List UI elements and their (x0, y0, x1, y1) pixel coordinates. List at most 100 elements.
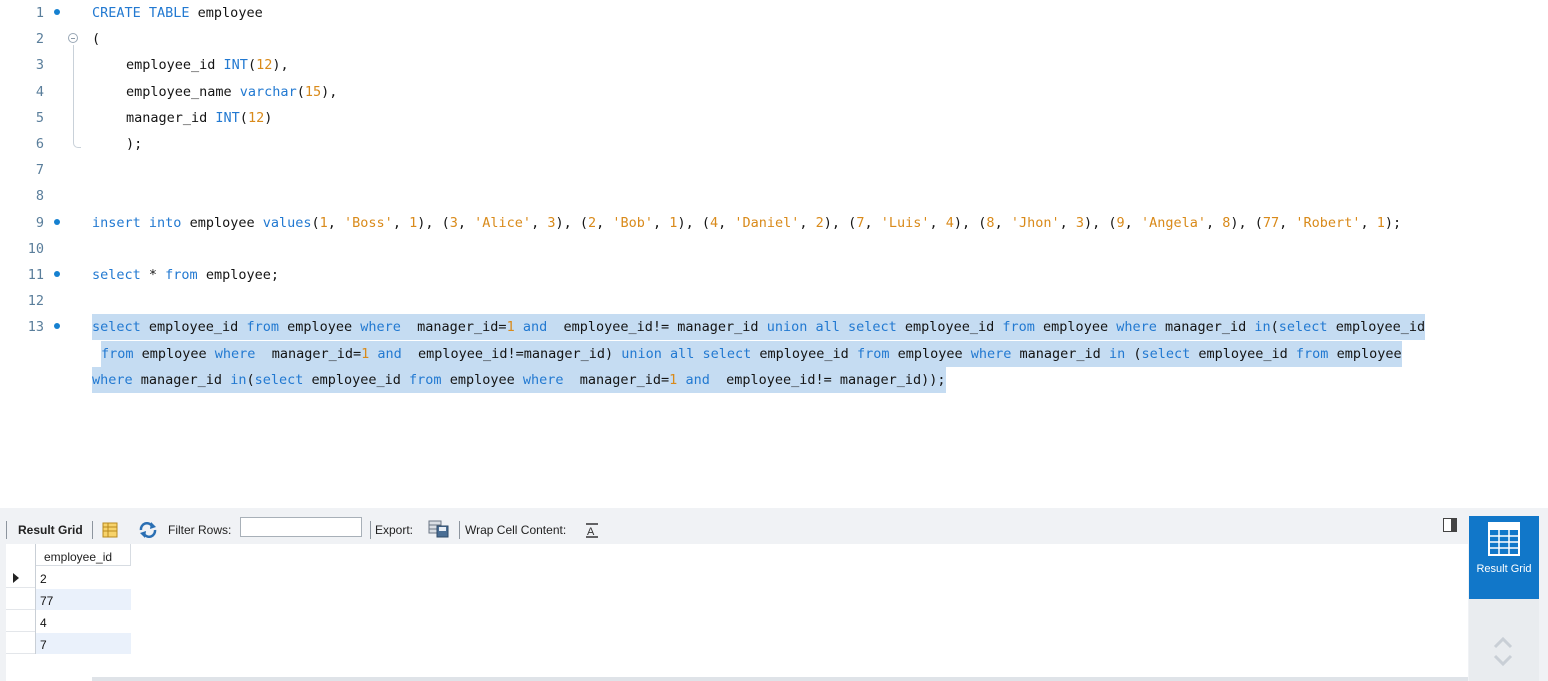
sql-keyword: union all select (621, 345, 752, 362)
result-grid[interactable]: employee_id 2 77 4 7 (6, 544, 1468, 681)
row-header[interactable] (6, 589, 35, 610)
line-number: 5 (35, 109, 44, 126)
code-text: CREATE TABLE employee (92, 0, 263, 26)
chevron-up-icon[interactable] (1492, 634, 1514, 650)
table-row[interactable]: 77 (6, 589, 131, 610)
sql-text: ( (92, 31, 101, 48)
code-line[interactable]: 7 (0, 157, 1542, 183)
line-number: 7 (35, 162, 44, 179)
wrap-cell-content-label: Wrap Cell Content: (465, 523, 567, 537)
sql-text: employee_id (896, 319, 1003, 336)
refresh-icon[interactable] (138, 508, 158, 544)
sql-text: employee (441, 371, 523, 388)
sql-text: , (718, 214, 735, 231)
sql-text: ); (1384, 214, 1402, 231)
sql-text: ), ( (1230, 214, 1263, 231)
sql-text: , (392, 214, 410, 231)
filter-rows-input[interactable] (240, 517, 362, 537)
table-row[interactable]: 7 (6, 633, 131, 654)
statement-marker-icon (54, 218, 60, 225)
sql-editor[interactable]: 1 CREATE TABLE employee 2(3 employee_id INT… (0, 0, 1542, 508)
sql-keyword: in (230, 371, 247, 388)
code-line[interactable]: 5 manager_id INT(12) (0, 105, 1542, 131)
sql-text: , (1059, 214, 1076, 231)
sql-text: ( (239, 109, 248, 126)
code-line[interactable]: 12 (0, 288, 1542, 314)
table-cell[interactable]: 77 (36, 589, 131, 610)
sql-text: , (653, 214, 670, 231)
toggle-side-panel-icon[interactable] (1443, 518, 1457, 532)
sql-literal: 8 (986, 214, 995, 231)
sql-keyword: from (856, 345, 890, 362)
sql-text: ), (321, 83, 338, 100)
sql-text: manager_id (1011, 345, 1109, 362)
sql-keyword: from (409, 371, 442, 388)
sql-text: employee_id!= manager_id (547, 319, 767, 336)
code-line[interactable]: 9 insert into employee values(1, 'Boss', … (0, 210, 1542, 236)
horizontal-scrollbar[interactable] (92, 677, 1468, 681)
sql-literal: 3 (1075, 214, 1085, 231)
sql-keyword: varchar (239, 83, 297, 100)
result-grid-side-button[interactable]: Result Grid (1469, 516, 1539, 599)
fold-toggle-icon[interactable] (68, 33, 78, 44)
code-text: employee_name varchar(15), (126, 79, 337, 105)
column-header-employee-id[interactable]: employee_id (36, 544, 131, 566)
sql-keyword: from (1295, 345, 1329, 362)
sql-text: ), (272, 57, 289, 74)
table-cell[interactable]: 4 (36, 611, 131, 632)
sql-keyword: values (262, 214, 312, 231)
sql-keyword: where (970, 345, 1012, 362)
sql-text: ( (296, 83, 305, 100)
code-line[interactable]: 2( (0, 26, 1542, 52)
sql-text: , (457, 214, 475, 231)
sql-text: , (1360, 214, 1377, 231)
row-header[interactable] (6, 633, 35, 654)
code-line[interactable]: where manager_id in(select employee_id f… (0, 366, 1542, 393)
result-grid-tab[interactable]: Result Grid (18, 508, 83, 544)
table-row[interactable]: 4 (6, 611, 131, 632)
sql-text: employee (189, 5, 263, 21)
table-row[interactable]: 2 (6, 567, 131, 588)
sql-text: , (596, 214, 613, 231)
sql-keyword: into (148, 214, 182, 231)
sql-keyword: select (1141, 345, 1191, 362)
sql-text: manager_id (126, 109, 216, 126)
sql-keyword: from (246, 319, 279, 336)
code-line[interactable]: 8 (0, 183, 1542, 209)
sql-text: , (994, 214, 1011, 231)
sql-text: manager_id= (400, 319, 507, 336)
code-line[interactable]: 13 select employee_id from employee where… (0, 314, 1542, 341)
wrap-text-icon[interactable]: A (584, 508, 600, 544)
export-icon[interactable] (428, 508, 450, 544)
sql-text: employee_name (126, 83, 240, 100)
sql-literal: 1 (506, 319, 515, 336)
table-cell[interactable]: 7 (36, 633, 131, 654)
code-line[interactable]: 1 CREATE TABLE employee (0, 0, 1542, 26)
line-number: 13 (27, 319, 44, 336)
code-line[interactable]: 11 select * from employee; (0, 262, 1542, 288)
sql-literal: 1 (1376, 214, 1385, 231)
sql-literal: 2 (587, 214, 597, 231)
row-header[interactable] (6, 567, 35, 588)
code-line[interactable]: 6); (0, 131, 1542, 157)
sql-text: ), ( (555, 214, 588, 231)
sql-keyword: select (92, 267, 141, 283)
sql-literal: 'Jhon' (1010, 214, 1060, 231)
table-cell[interactable]: 2 (36, 567, 131, 588)
code-line[interactable]: 4 employee_name varchar(15), (0, 79, 1542, 105)
code-line[interactable]: from employee where manager_id=1 and emp… (0, 340, 1542, 367)
code-line[interactable]: 10 (0, 236, 1542, 262)
code-line[interactable]: 3 employee_id INT(12), (0, 52, 1542, 78)
sql-text: employee (181, 214, 263, 231)
sql-keyword: in (1108, 345, 1126, 362)
statement-marker-icon (54, 271, 60, 277)
line-number: 3 (35, 57, 44, 74)
sql-text: , (1124, 214, 1141, 231)
sql-keyword: union all select (766, 319, 897, 336)
sql-literal: 9 (1116, 214, 1125, 231)
row-header[interactable] (6, 611, 35, 632)
chevron-down-icon[interactable] (1492, 653, 1514, 669)
form-view-icon[interactable] (102, 508, 118, 544)
sql-text: ), ( (953, 214, 987, 231)
sql-text: ( (311, 214, 320, 231)
